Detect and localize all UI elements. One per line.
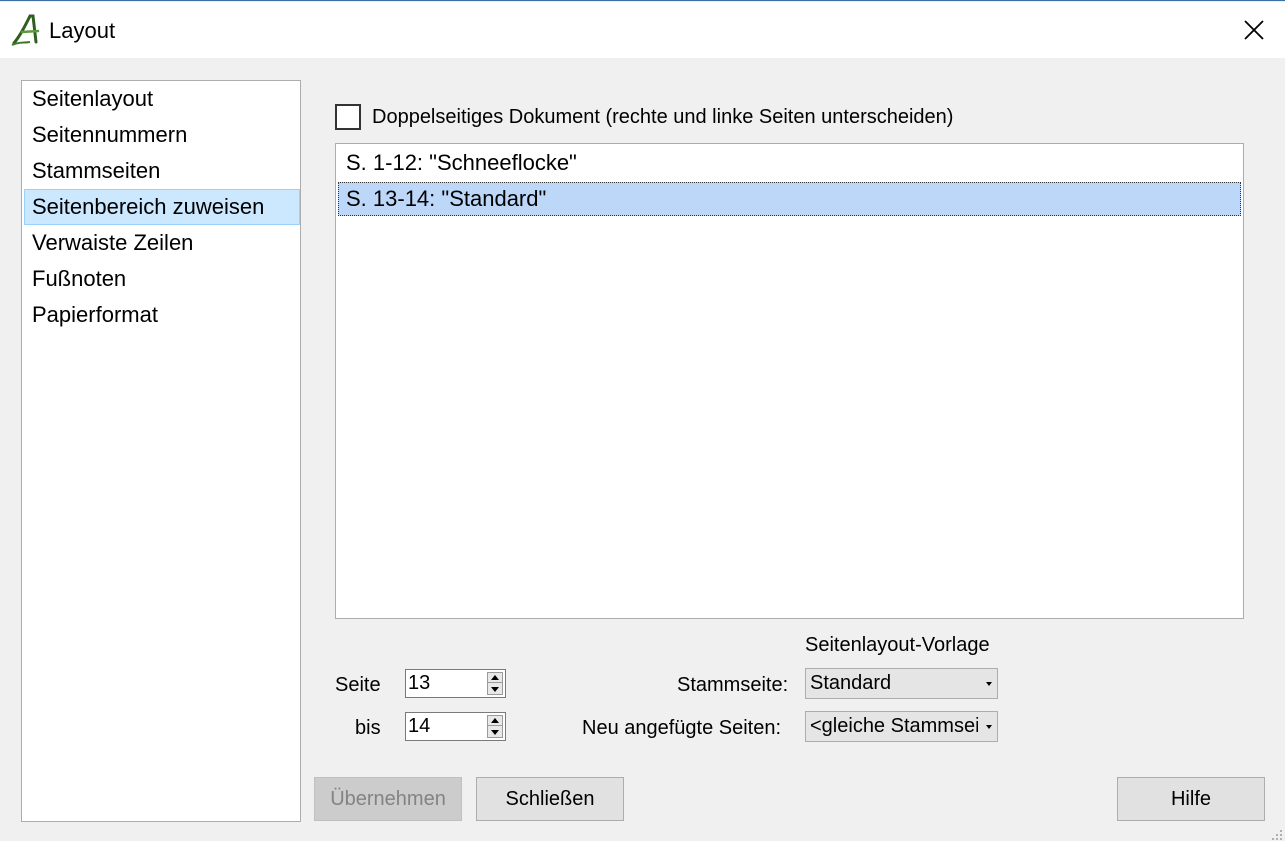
page-to-value: 14 [408,715,431,737]
window-title: Layout [49,18,116,43]
close-icon [1244,20,1264,40]
page-to-spin-buttons [487,715,503,738]
chevron-down-icon [985,681,993,687]
page-from-increment[interactable] [488,673,502,683]
page-range-list[interactable]: S. 1-12: "Schneeflocke" S. 13-14: "Stand… [335,143,1244,619]
range-item[interactable]: S. 1-12: "Schneeflocke" [338,146,1241,180]
range-item[interactable]: S. 13-14: "Standard" [338,182,1241,216]
nav-item-stammseiten[interactable]: Stammseiten [24,153,300,189]
new-pages-label: Neu angefügte Seiten: [582,717,782,739]
page-from-spinbox[interactable]: 13 [405,669,506,698]
category-list[interactable]: Seitenlayout Seitennummern Stammseiten S… [21,80,301,822]
nav-item-fussnoten[interactable]: Fußnoten [24,261,300,297]
arrow-up-icon [491,718,499,723]
nav-item-seitenlayout[interactable]: Seitenlayout [24,81,300,117]
double-sided-option[interactable]: Doppelseitiges Dokument (rechte und link… [335,103,953,131]
nav-item-seitenbereich-zuweisen[interactable]: Seitenbereich zuweisen [24,189,300,225]
page-to-spinbox[interactable]: 14 [405,712,506,741]
nav-item-verwaiste-zeilen[interactable]: Verwaiste Zeilen [24,225,300,261]
page-from-decrement[interactable] [488,684,502,694]
template-heading: Seitenlayout-Vorlage [805,634,990,656]
layout-dialog: Layout Seitenlayout Seitennummern Stamms… [0,0,1285,841]
page-to-decrement[interactable] [488,727,502,737]
page-from-label: Seite [335,674,381,696]
resize-grip-icon[interactable] [1272,829,1284,841]
page-from-value: 13 [408,672,431,694]
nav-item-seitennummern[interactable]: Seitennummern [24,117,300,153]
double-sided-label: Doppelseitiges Dokument (rechte und link… [372,105,954,128]
master-page-combobox[interactable]: Standard [805,668,998,699]
chevron-down-icon [985,724,993,730]
apply-button[interactable]: Übernehmen [314,777,462,821]
nav-item-papierformat[interactable]: Papierformat [24,297,300,333]
page-to-label: bis [355,717,381,739]
new-pages-value: <gleiche Stammseite> [810,715,978,737]
arrow-up-icon [491,675,499,680]
new-pages-combobox[interactable]: <gleiche Stammseite> [805,711,998,742]
master-page-value: Standard [810,672,892,694]
double-sided-checkbox[interactable] [335,104,361,130]
arrow-down-icon [491,686,499,692]
close-window-button[interactable] [1226,8,1282,52]
help-button[interactable]: Hilfe [1117,777,1265,821]
app-logo-icon [11,14,40,46]
arrow-down-icon [491,729,499,735]
title-bar: Layout [0,2,1285,58]
close-button[interactable]: Schließen [476,777,624,821]
page-from-spin-buttons [487,672,503,695]
master-page-label: Stammseite: [677,674,789,696]
page-to-increment[interactable] [488,716,502,726]
